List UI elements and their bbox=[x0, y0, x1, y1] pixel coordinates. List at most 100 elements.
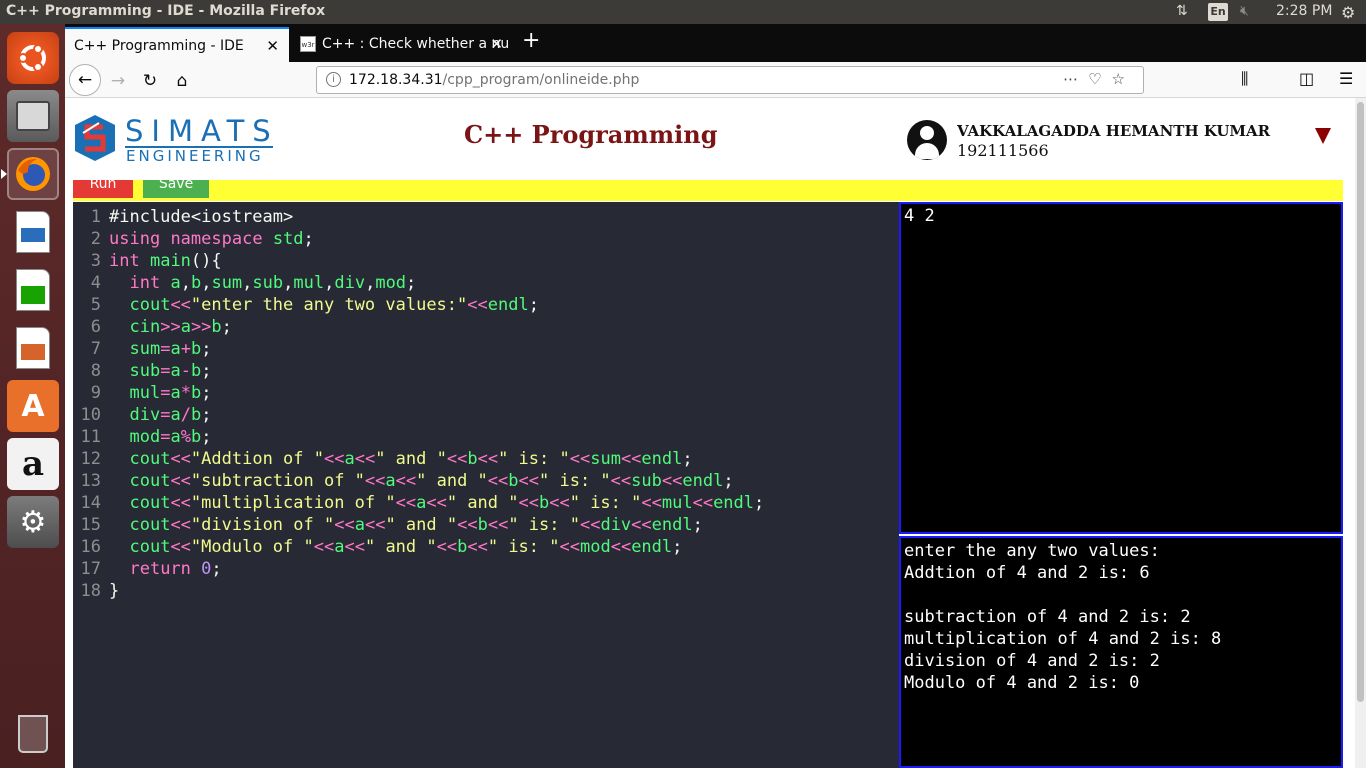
page-actions-icons[interactable]: ⋯♡☆ bbox=[1063, 70, 1135, 88]
code-line[interactable]: 16 cout<<"Modulo of "<<a<<" and "<<b<<" … bbox=[73, 536, 683, 558]
line-number: 2 bbox=[90, 229, 101, 249]
code-text: int main(){ bbox=[109, 251, 222, 271]
line-number: 16 bbox=[80, 537, 101, 557]
sidebar-icon[interactable]: ◫ bbox=[1299, 69, 1314, 88]
libreoffice-calc-icon[interactable] bbox=[7, 264, 59, 316]
code-text: cout<<"Modulo of "<<a<<" and "<<b<<" is:… bbox=[129, 537, 683, 557]
libreoffice-writer-icon[interactable] bbox=[7, 206, 59, 258]
page-title: C++ Programming bbox=[464, 120, 718, 149]
library-icon[interactable]: ⫼ bbox=[1241, 69, 1248, 89]
close-tab-icon[interactable]: ✕ bbox=[490, 35, 503, 53]
tab-cpp-ide[interactable]: C++ Programming - IDE ✕ bbox=[65, 27, 289, 62]
code-line[interactable]: 4 int a,b,sum,sub,mul,div,mod; bbox=[73, 272, 417, 294]
line-number: 14 bbox=[80, 493, 101, 513]
code-line[interactable]: 10 div=a/b; bbox=[73, 404, 212, 426]
tab-check-number[interactable]: w3r C++ : Check whether a nu ✕ bbox=[291, 27, 513, 62]
url-host: 172.18.34.31 bbox=[349, 72, 443, 88]
ubuntu-software-icon[interactable]: A bbox=[7, 380, 59, 432]
forward-button[interactable]: → bbox=[103, 66, 133, 96]
hamburger-menu-icon[interactable]: ☰ bbox=[1339, 69, 1353, 88]
code-line[interactable]: 13 cout<<"subtraction of "<<a<<" and "<<… bbox=[73, 470, 734, 492]
reload-button[interactable]: ↻ bbox=[135, 66, 165, 96]
code-text: sum=a+b; bbox=[129, 339, 212, 359]
close-tab-icon[interactable]: ✕ bbox=[266, 37, 279, 55]
user-name: VAKKALAGADDA HEMANTH KUMAR bbox=[957, 122, 1271, 140]
page-header: SIMATS ENGINEERING C++ Programming VAKKA… bbox=[65, 98, 1355, 178]
ubuntu-dash-icon[interactable] bbox=[7, 32, 59, 84]
code-line[interactable]: 6 cin>>a>>b; bbox=[73, 316, 232, 338]
user-id: 192111566 bbox=[957, 141, 1049, 160]
libreoffice-impress-icon[interactable] bbox=[7, 322, 59, 374]
os-top-bar: C++ Programming - IDE - Mozilla Firefox … bbox=[0, 0, 1366, 24]
code-line[interactable]: 8 sub=a-b; bbox=[73, 360, 212, 382]
code-line[interactable]: 14 cout<<"multiplication of "<<a<<" and … bbox=[73, 492, 765, 514]
amazon-icon[interactable]: a bbox=[7, 438, 59, 490]
line-number: 7 bbox=[90, 339, 101, 359]
output-line: enter the any two values: bbox=[904, 541, 1160, 561]
line-number: 17 bbox=[80, 559, 101, 579]
tab-strip: C++ Programming - IDE ✕ w3r C++ : Check w… bbox=[65, 24, 1366, 62]
logo-text: SIMATS bbox=[125, 114, 279, 148]
code-line[interactable]: 9 mul=a*b; bbox=[73, 382, 212, 404]
line-number: 15 bbox=[80, 515, 101, 535]
files-icon[interactable] bbox=[7, 90, 59, 142]
clock[interactable]: 2:28 PM bbox=[1276, 3, 1332, 19]
line-number: 3 bbox=[90, 251, 101, 271]
system-settings-icon[interactable]: ⚙ bbox=[7, 496, 59, 548]
scrollbar-thumb[interactable] bbox=[1357, 102, 1364, 702]
code-line[interactable]: 17 return 0; bbox=[73, 558, 222, 580]
run-button[interactable]: Run bbox=[73, 180, 133, 198]
site-info-icon[interactable]: i bbox=[326, 72, 341, 87]
user-menu-dropdown-icon[interactable] bbox=[1315, 128, 1331, 144]
new-tab-button[interactable]: + bbox=[522, 28, 540, 53]
code-line[interactable]: 12 cout<<"Addtion of "<<a<<" and "<<b<<"… bbox=[73, 448, 693, 470]
code-line[interactable]: 15 cout<<"division of "<<a<<" and "<<b<<… bbox=[73, 514, 703, 536]
code-line[interactable]: 11 mod=a%b; bbox=[73, 426, 212, 448]
back-button[interactable]: ← bbox=[69, 64, 101, 96]
firefox-icon[interactable] bbox=[7, 148, 59, 200]
code-text: cout<<"multiplication of "<<a<<" and "<<… bbox=[129, 493, 765, 513]
page-content: SIMATS ENGINEERING C++ Programming VAKKA… bbox=[65, 98, 1366, 768]
code-text: sub=a-b; bbox=[129, 361, 212, 381]
stdin-input-pane[interactable]: 4 2 bbox=[899, 202, 1343, 534]
code-line[interactable]: 7 sum=a+b; bbox=[73, 338, 212, 360]
network-icon[interactable]: ⇅ bbox=[1176, 3, 1188, 19]
window-title: C++ Programming - IDE - Mozilla Firefox bbox=[6, 3, 326, 19]
url-bar[interactable]: i 172.18.34.31/cpp_program/onlineide.php… bbox=[316, 66, 1144, 94]
line-number: 12 bbox=[80, 449, 101, 469]
url-path: /cpp_program/onlineide.php bbox=[442, 72, 640, 88]
code-line[interactable]: 3 int main(){ bbox=[73, 250, 222, 272]
code-editor[interactable]: 1 #include<iostream> 2 using namespace std;… bbox=[73, 202, 899, 768]
logo-subtext: ENGINEERING bbox=[126, 147, 264, 165]
code-text: cout<<"subtraction of "<<a<<" and "<<b<<… bbox=[129, 471, 734, 491]
save-button[interactable]: Save bbox=[143, 180, 209, 198]
volume-muted-icon[interactable]: 🔇︎ bbox=[1240, 3, 1249, 19]
code-text: cin>>a>>b; bbox=[129, 317, 232, 337]
firefox-window: C++ Programming - IDE ✕ w3r C++ : Check w… bbox=[65, 24, 1366, 768]
keyboard-language-indicator[interactable]: En bbox=[1208, 3, 1228, 21]
page-scrollbar[interactable] bbox=[1355, 98, 1366, 768]
home-button[interactable]: ⌂ bbox=[167, 66, 197, 96]
code-line[interactable]: 18} bbox=[73, 580, 120, 602]
output-line: division of 4 and 2 is: 2 bbox=[904, 651, 1160, 671]
tab-label: C++ Programming - IDE bbox=[74, 38, 244, 54]
user-avatar-icon[interactable] bbox=[907, 120, 947, 160]
code-text: div=a/b; bbox=[129, 405, 212, 425]
output-line: subtraction of 4 and 2 is: 2 bbox=[904, 607, 1191, 627]
line-number: 5 bbox=[90, 295, 101, 315]
code-text: mod=a%b; bbox=[129, 427, 212, 447]
line-number: 9 bbox=[90, 383, 101, 403]
code-line[interactable]: 5 cout<<"enter the any two values:"<<end… bbox=[73, 294, 539, 316]
ide-toolbar: Run Save bbox=[73, 180, 1343, 201]
gear-icon[interactable]: ⚙ bbox=[1341, 3, 1355, 22]
line-number: 10 bbox=[80, 405, 101, 425]
code-line[interactable]: 1 #include<iostream> bbox=[73, 206, 293, 228]
line-number: 13 bbox=[80, 471, 101, 491]
code-line[interactable]: 2 using namespace std; bbox=[73, 228, 314, 250]
trash-icon[interactable] bbox=[7, 708, 59, 760]
simats-logo-icon bbox=[75, 115, 115, 161]
line-number: 18 bbox=[80, 581, 101, 601]
code-text: cout<<"division of "<<a<<" and "<<b<<" i… bbox=[129, 515, 703, 535]
output-line: Modulo of 4 and 2 is: 0 bbox=[904, 673, 1140, 693]
